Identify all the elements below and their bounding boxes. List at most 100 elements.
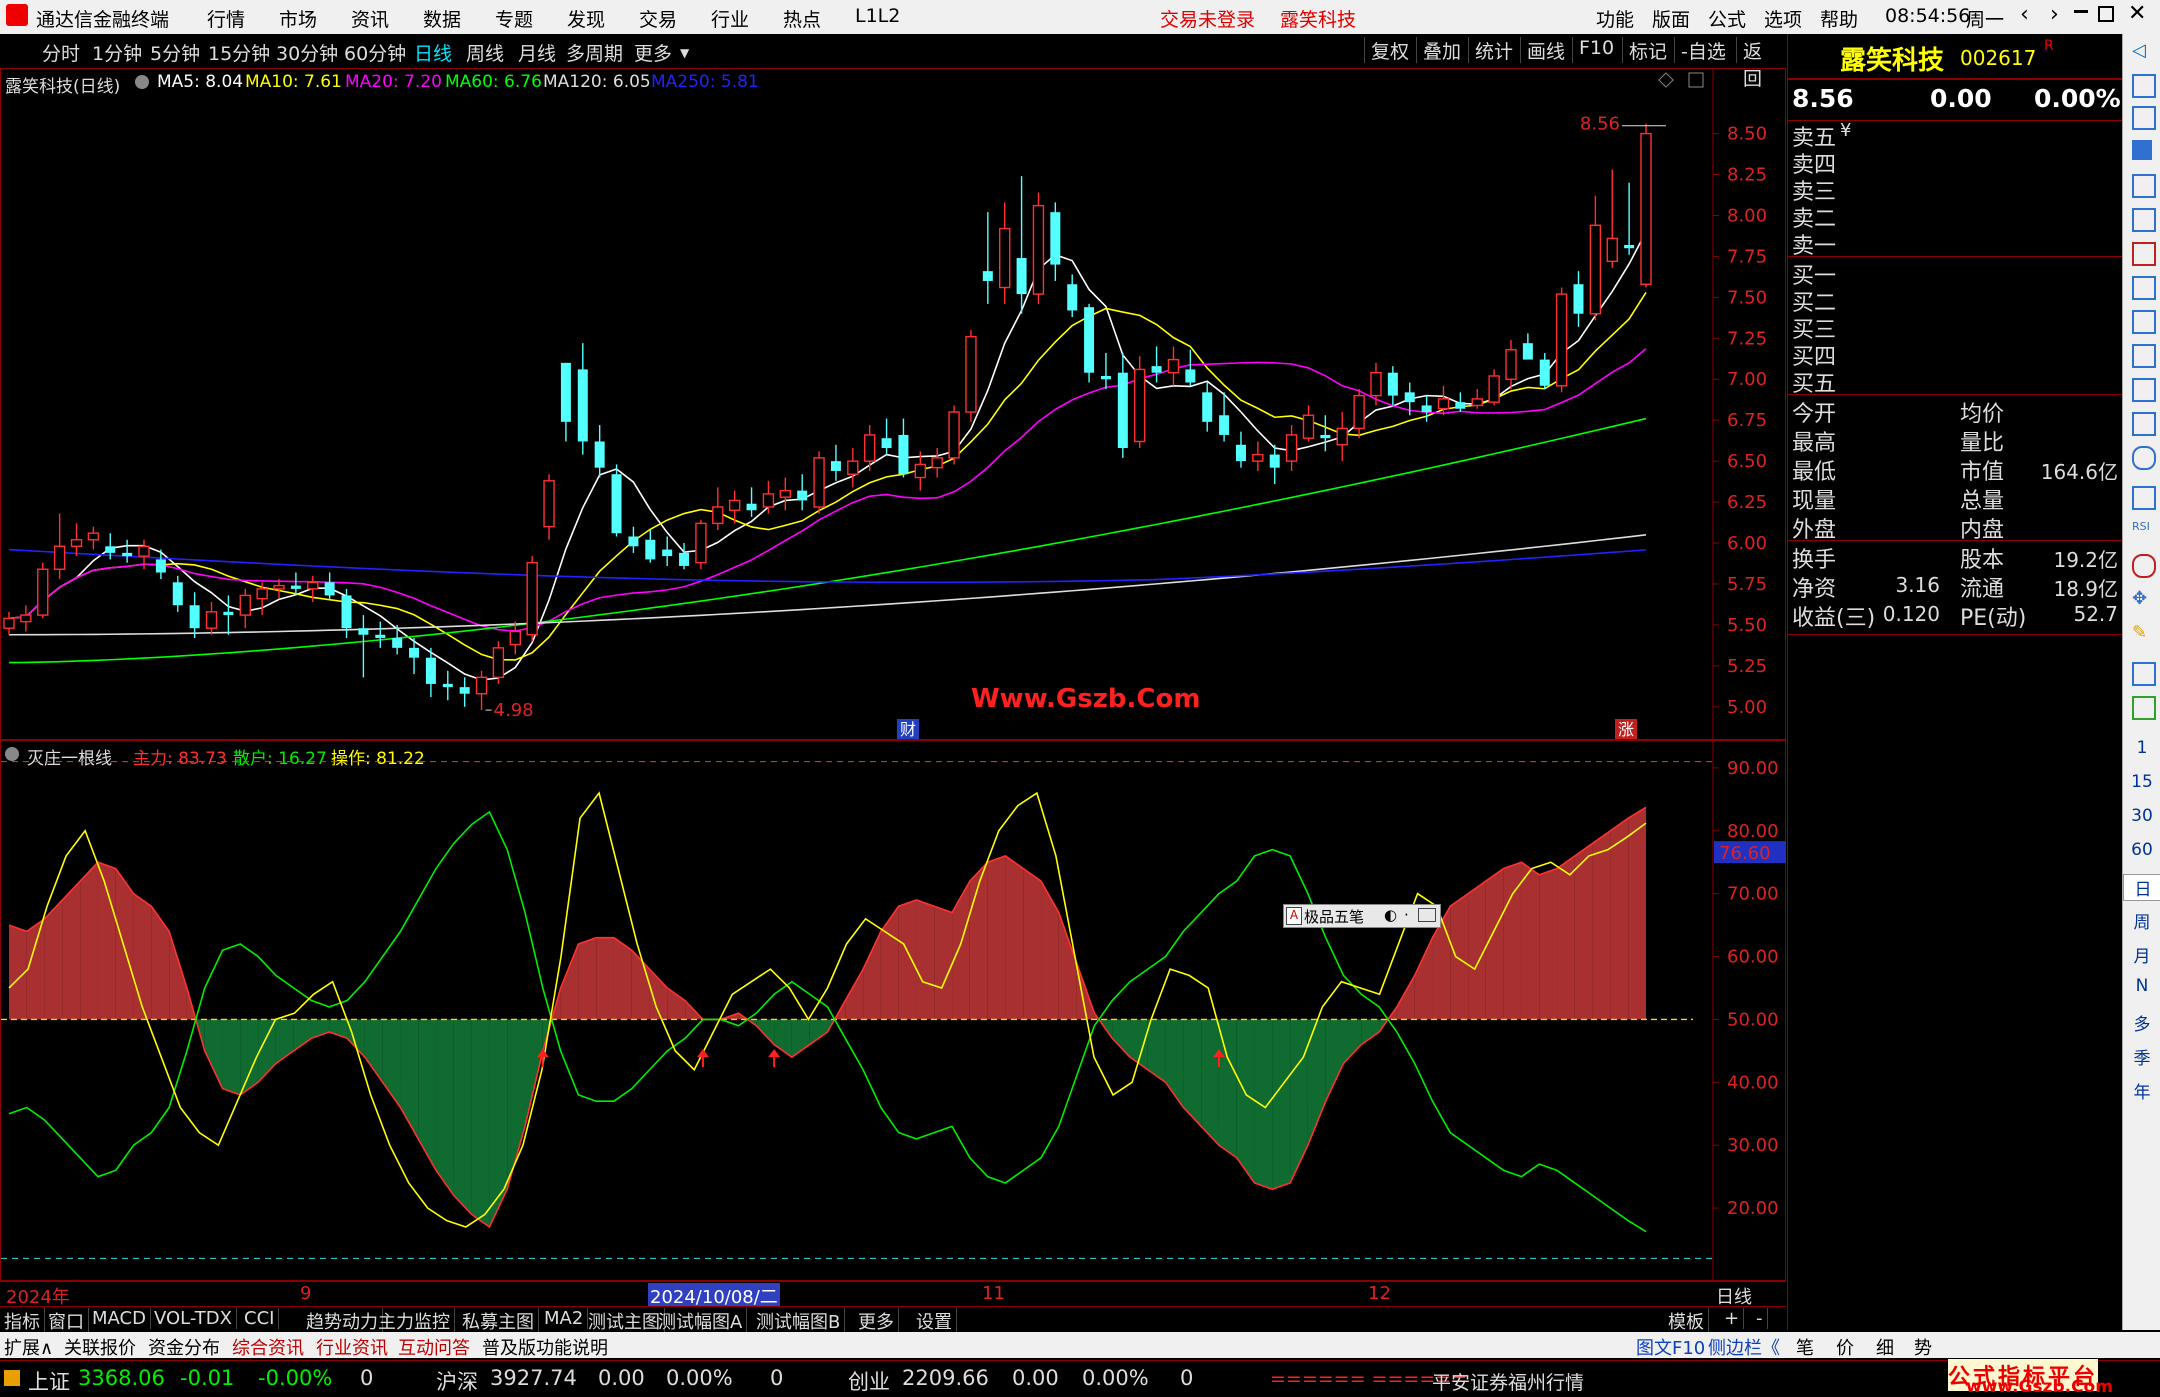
indicator-tab[interactable]: 测试主图 (584, 1308, 665, 1334)
tab-daily[interactable]: 日线 (414, 39, 452, 66)
period-60min[interactable]: 60 (2123, 840, 2160, 860)
bottom-tab[interactable]: 综合资讯 (232, 1334, 304, 1360)
indicator-tab[interactable]: CCI (240, 1308, 280, 1329)
tab-monthly[interactable]: 月线 (518, 39, 556, 66)
upload-icon[interactable] (2132, 106, 2156, 130)
chevron-down-icon[interactable]: ▼ (680, 46, 689, 60)
bottom-right-tab[interactable]: 价 (1836, 1334, 1854, 1360)
kline-icon[interactable] (2132, 242, 2156, 266)
period-30min[interactable]: 30 (2123, 806, 2160, 826)
indicator-tab[interactable]: 测试幅图B (752, 1308, 846, 1334)
minimize-icon[interactable] (2074, 10, 2088, 13)
document-icon[interactable] (2132, 378, 2156, 402)
image-icon[interactable] (2132, 696, 2156, 720)
tab-more[interactable]: 更多 (634, 39, 672, 66)
indicator-tab[interactable]: MA2 (540, 1308, 589, 1329)
ime-moon-icon[interactable]: ◐ (1384, 906, 1397, 924)
report-icon[interactable] (2132, 140, 2152, 160)
ime-widget[interactable]: A 极品五笔 ◐ · (1283, 904, 1441, 928)
add-watchlist-button[interactable]: -自选 (1674, 37, 1732, 63)
period-quarter[interactable]: 季 (2123, 1044, 2160, 1069)
tab-intraday[interactable]: 分时 (42, 39, 80, 66)
menu-layout[interactable]: 版面 (1652, 5, 1690, 32)
menu-discover[interactable]: 发现 (567, 5, 605, 32)
bottom-right-tab[interactable]: 细 (1876, 1334, 1894, 1360)
period-year[interactable]: 年 (2123, 1078, 2160, 1103)
bottom-tab[interactable]: 互动问答 (398, 1334, 470, 1360)
tab-5min[interactable]: 5分钟 (150, 39, 200, 66)
remove-pane-button[interactable]: - (1752, 1308, 1768, 1329)
table-icon[interactable] (2132, 344, 2156, 368)
period-15min[interactable]: 15 (2123, 772, 2160, 792)
period-day[interactable]: 日 (2123, 874, 2160, 901)
clock-icon[interactable] (2132, 446, 2156, 470)
main-chart-panel[interactable]: 露笑科技(日线) MA5: 8.04 MA10: 7.61 MA20: 7.20… (0, 68, 1787, 741)
menu-formula[interactable]: 公式 (1708, 5, 1746, 32)
bottom-tab[interactable]: 扩展∧ (4, 1334, 53, 1360)
bottom-right-tab[interactable]: 图文F10 (1636, 1334, 1705, 1360)
hs-index-name[interactable]: 沪深 (436, 1366, 478, 1396)
menu-market[interactable]: 市场 (279, 5, 317, 32)
overlay-button[interactable]: 叠加 (1416, 37, 1467, 63)
line-chart-icon[interactable] (2132, 208, 2156, 232)
menu-industry[interactable]: 行业 (711, 5, 749, 32)
draw-button[interactable]: 画线 (1520, 37, 1571, 63)
formula-icon[interactable] (2132, 412, 2156, 436)
tab-weekly[interactable]: 周线 (466, 39, 504, 66)
home-icon[interactable] (2132, 74, 2156, 98)
back-icon[interactable]: ‹ (2020, 2, 2029, 27)
tab-15min[interactable]: 15分钟 (208, 39, 270, 66)
indicator-tab[interactable]: 窗口 (44, 1308, 89, 1334)
period-n[interactable]: N (2123, 976, 2160, 996)
bottom-tab[interactable]: 资金分布 (148, 1334, 220, 1360)
menu-trade[interactable]: 交易 (639, 5, 677, 32)
market-icon[interactable] (4, 1370, 20, 1386)
chart-icon[interactable] (2132, 486, 2156, 510)
menu-l1l2[interactable]: L1L2 (855, 5, 900, 27)
menu-function[interactable]: 功能 (1596, 5, 1634, 32)
menu-hot[interactable]: 热点 (783, 5, 821, 32)
grid-icon[interactable] (2132, 174, 2156, 198)
list-icon[interactable] (2132, 276, 2156, 300)
indicator-tab[interactable]: 趋势动力 (302, 1308, 383, 1334)
add-pane-button[interactable]: + (1720, 1308, 1745, 1329)
period-week[interactable]: 周 (2123, 908, 2160, 933)
tab-60min[interactable]: 60分钟 (344, 39, 406, 66)
period-multi[interactable]: 多 (2123, 1010, 2160, 1035)
rsi-icon[interactable]: RSI (2132, 520, 2152, 540)
indicator-tab[interactable]: MACD (88, 1308, 151, 1329)
indicator-tab[interactable]: 测试幅图A (654, 1308, 748, 1334)
indicator-tab[interactable]: 主力监控 (374, 1308, 455, 1334)
tab-multi-period[interactable]: 多周期 (566, 39, 623, 66)
period-1min[interactable]: 1 (2123, 738, 2160, 758)
bottom-tab[interactable]: 关联报价 (64, 1334, 136, 1360)
menu-help[interactable]: 帮助 (1820, 5, 1858, 32)
bottom-right-tab[interactable]: 势 (1914, 1334, 1932, 1360)
close-icon[interactable]: ✕ (2128, 1, 2146, 26)
fs-icon[interactable] (2132, 662, 2156, 686)
move-icon[interactable]: ✥ (2132, 588, 2152, 609)
return-button[interactable]: 返回 (1736, 37, 1786, 90)
menu-quotes[interactable]: 行情 (207, 5, 245, 32)
bottom-tab[interactable]: 行业资讯 (316, 1334, 388, 1360)
ime-keyboard-icon[interactable] (1418, 908, 1436, 922)
bottom-tab[interactable]: 普及版功能说明 (482, 1334, 608, 1360)
ime-mode-icon[interactable]: A (1286, 907, 1302, 925)
indicator-tab[interactable]: 设置 (912, 1308, 957, 1334)
adjust-button[interactable]: 复权 (1364, 37, 1415, 63)
sh-index-name[interactable]: 上证 (28, 1366, 70, 1396)
tab-30min[interactable]: 30分钟 (276, 39, 338, 66)
f10-button[interactable]: F10 (1572, 37, 1620, 63)
money-icon[interactable] (2132, 554, 2156, 578)
indicator-tab[interactable]: VOL-TDX (150, 1308, 237, 1329)
restore-icon[interactable] (2098, 6, 2114, 22)
indicator-chart[interactable]: 90.00 80.00 70.00 60.00 50.00 40.00 30.00 20.00… (1, 741, 1787, 1282)
indicator-tab[interactable]: 更多 (854, 1308, 899, 1334)
menu-news[interactable]: 资讯 (351, 5, 389, 32)
period-month[interactable]: 月 (2123, 942, 2160, 967)
indicator-tab[interactable]: 指标 (0, 1308, 45, 1334)
bottom-right-tab[interactable]: 笔 (1796, 1334, 1814, 1360)
menu-data[interactable]: 数据 (423, 5, 461, 32)
candlestick-chart[interactable]: 8.50 8.25 8.00 7.75 7.50 7.25 7.00 6.75 6.50 6.25… (1, 69, 1787, 741)
cy-index-name[interactable]: 创业 (848, 1366, 890, 1396)
